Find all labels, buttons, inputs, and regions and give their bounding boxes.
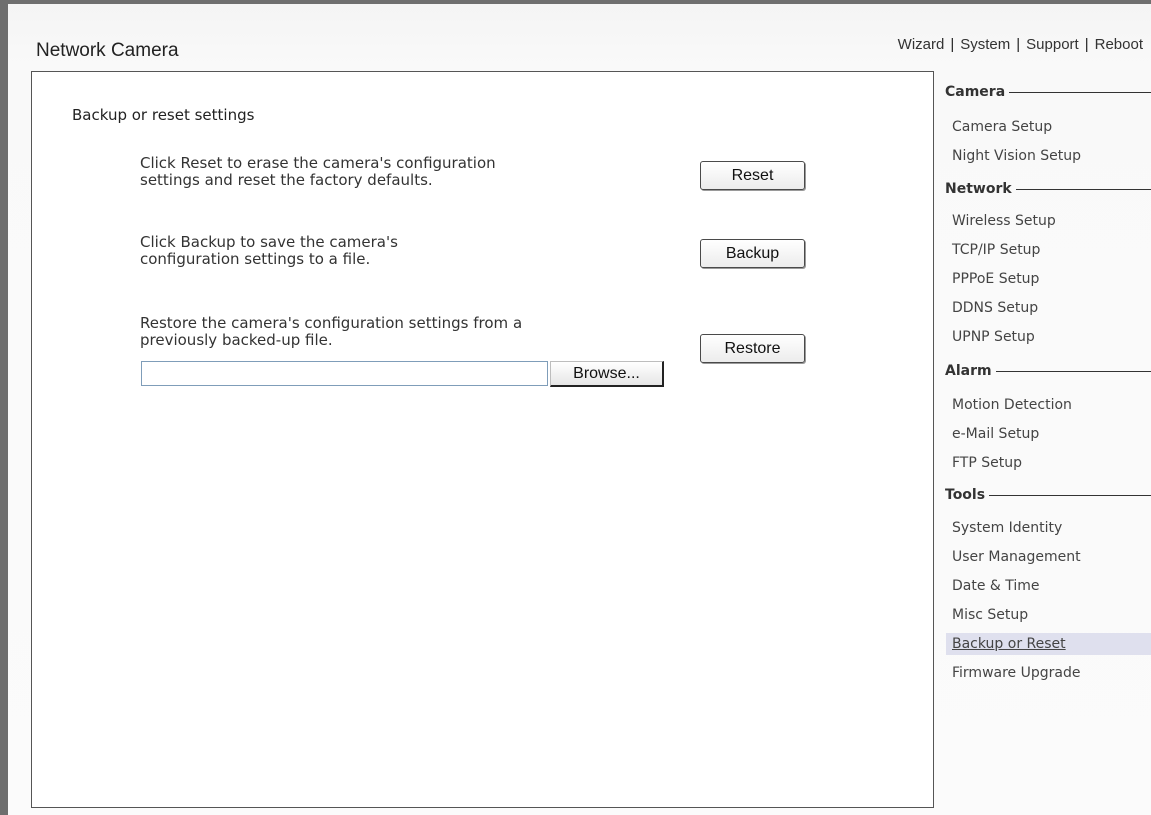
- nav-separator: |: [950, 36, 955, 53]
- sidebar-item-night-vision-setup[interactable]: Night Vision Setup: [946, 145, 1151, 167]
- sidebar-item-upnp-setup[interactable]: UPNP Setup: [946, 326, 1151, 348]
- sidebar-item-ddns-setup[interactable]: DDNS Setup: [946, 297, 1151, 319]
- main-panel: Backup or reset settings Click Reset to …: [31, 71, 934, 808]
- sidebar-item-user-management[interactable]: User Management: [946, 546, 1151, 568]
- sidebar-group-title: Camera: [945, 84, 1006, 100]
- restore-file-input[interactable]: [141, 361, 548, 386]
- reset-description-line: Click Reset to erase the camera's config…: [140, 154, 496, 172]
- sidebar-item-wireless-setup[interactable]: Wireless Setup: [946, 210, 1151, 232]
- reset-button[interactable]: Reset: [700, 161, 805, 190]
- sidebar-item-misc-setup[interactable]: Misc Setup: [946, 604, 1151, 626]
- sidebar-group-title: Alarm: [945, 363, 992, 379]
- sidebar-group-title: Tools: [945, 487, 986, 503]
- nav-separator: |: [1016, 36, 1021, 53]
- nav-support-link[interactable]: Support: [1026, 36, 1079, 53]
- nav-system-link[interactable]: System: [960, 36, 1010, 53]
- restore-button[interactable]: Restore: [700, 334, 805, 363]
- window-frame: Network Camera Wizard | System | Support | Reb…: [0, 0, 1151, 815]
- sidebar-item-ftp-setup[interactable]: FTP Setup: [946, 452, 1151, 474]
- sidebar-group-alarm: Alarm: [945, 363, 1151, 379]
- divider: [989, 494, 1151, 496]
- nav-wizard-link[interactable]: Wizard: [898, 36, 945, 53]
- app-title: Network Camera: [36, 40, 179, 61]
- backup-button[interactable]: Backup: [700, 239, 805, 268]
- divider: [1015, 188, 1151, 190]
- sidebar-group-network: Network: [945, 181, 1151, 197]
- section-title: Backup or reset settings: [72, 106, 255, 124]
- backup-description: Click Backup to save the camera's config…: [140, 234, 398, 268]
- sidebar-item-camera-setup[interactable]: Camera Setup: [946, 116, 1151, 138]
- nav-reboot-link[interactable]: Reboot: [1095, 36, 1143, 53]
- sidebar-item-firmware-upgrade[interactable]: Firmware Upgrade: [946, 662, 1151, 684]
- sidebar-item-date-time[interactable]: Date & Time: [946, 575, 1151, 597]
- top-nav: Wizard | System | Support | Reboot: [898, 36, 1143, 53]
- divider: [995, 370, 1151, 372]
- restore-description-line: Restore the camera's configuration setti…: [140, 314, 523, 332]
- sidebar-item-tcpip-setup[interactable]: TCP/IP Setup: [946, 239, 1151, 261]
- reset-description-line: settings and reset the factory defaults.: [140, 171, 433, 189]
- sidebar-group-title: Network: [945, 181, 1012, 197]
- restore-description: Restore the camera's configuration setti…: [140, 315, 522, 349]
- divider: [1009, 91, 1151, 93]
- nav-separator: |: [1084, 36, 1089, 53]
- sidebar-item-system-identity[interactable]: System Identity: [946, 517, 1151, 539]
- browse-button[interactable]: Browse...: [550, 361, 664, 387]
- reset-description: Click Reset to erase the camera's config…: [140, 155, 496, 189]
- sidebar-group-camera: Camera: [945, 84, 1151, 100]
- sidebar-item-motion-detection[interactable]: Motion Detection: [946, 394, 1151, 416]
- sidebar-item-email-setup[interactable]: e-Mail Setup: [946, 423, 1151, 445]
- restore-description-line: previously backed-up file.: [140, 331, 333, 349]
- backup-description-line: Click Backup to save the camera's: [140, 233, 398, 251]
- sidebar-item-backup-or-reset[interactable]: Backup or Reset: [946, 633, 1151, 655]
- backup-description-line: configuration settings to a file.: [140, 250, 371, 268]
- sidebar-group-tools: Tools: [945, 487, 1151, 503]
- sidebar-item-pppoe-setup[interactable]: PPPoE Setup: [946, 268, 1151, 290]
